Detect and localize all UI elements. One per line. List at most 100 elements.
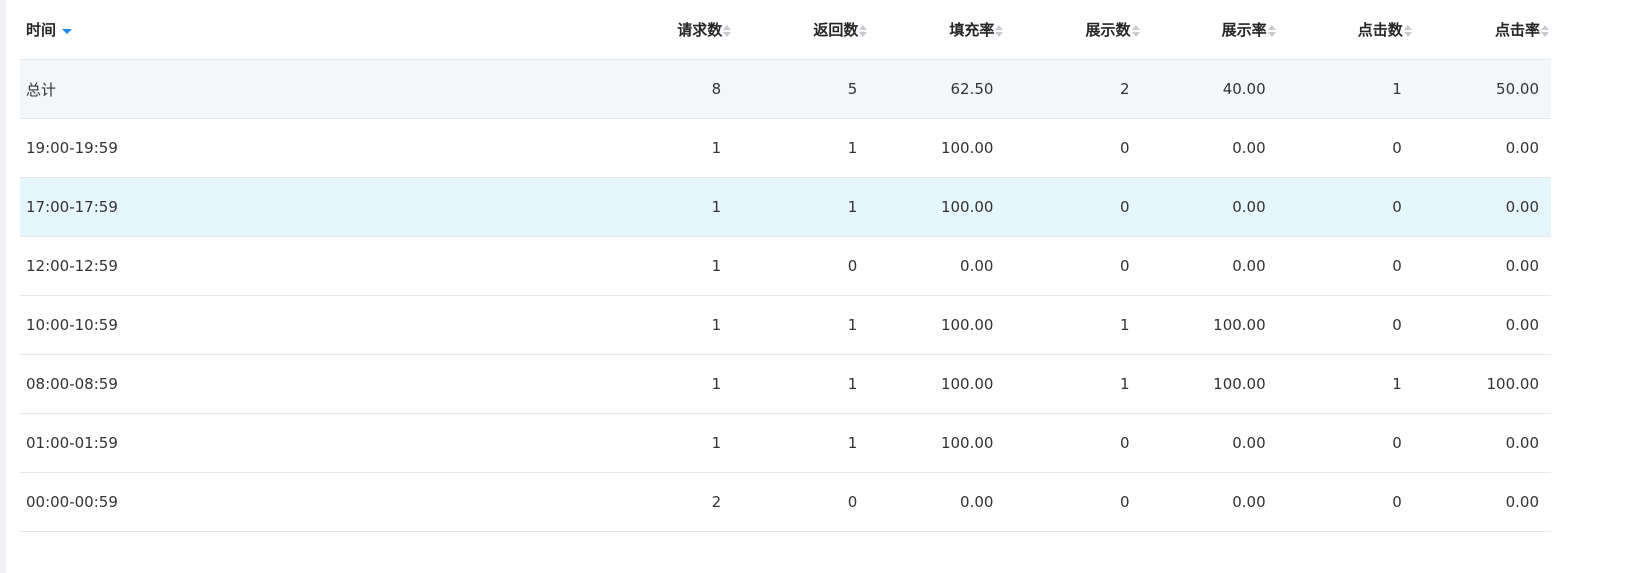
cell-impression-rate: 100.00 bbox=[1141, 354, 1278, 414]
column-header-impression-rate[interactable]: 展示率 bbox=[1141, 0, 1278, 60]
cell-clicks: 0 bbox=[1277, 236, 1414, 296]
cell-impression-rate: 0.00 bbox=[1141, 236, 1278, 296]
column-header-label: 填充率 bbox=[949, 21, 995, 39]
cell-ctr: 0.00 bbox=[1413, 236, 1551, 296]
cell-impressions: 0 bbox=[1005, 236, 1142, 296]
cell-requests: 8 bbox=[597, 59, 734, 119]
column-header-requests[interactable]: 请求数 bbox=[597, 0, 734, 60]
cell-requests: 2 bbox=[597, 472, 734, 532]
cell-ctr: 100.00 bbox=[1413, 354, 1551, 414]
cell-clicks: 0 bbox=[1277, 413, 1414, 473]
cell-clicks: 0 bbox=[1277, 472, 1414, 532]
cell-clicks: 1 bbox=[1277, 59, 1414, 119]
cell-impressions: 1 bbox=[1005, 354, 1142, 414]
cell-fill-rate: 0.00 bbox=[869, 472, 1006, 532]
report-table-container: 时间 请求数 返回数 填充率 展示数 展示率 点击数 点击率 总计 8 5 62… bbox=[20, 0, 1551, 532]
column-header-returns[interactable]: 返回数 bbox=[733, 0, 870, 60]
cell-returns: 0 bbox=[733, 472, 870, 532]
cell-clicks: 1 bbox=[1277, 354, 1414, 414]
cell-returns: 1 bbox=[733, 118, 870, 178]
cell-impression-rate: 0.00 bbox=[1141, 177, 1278, 237]
cell-impression-rate: 40.00 bbox=[1141, 59, 1278, 119]
column-header-label: 点击率 bbox=[1494, 21, 1540, 39]
cell-clicks: 0 bbox=[1277, 177, 1414, 237]
table-row[interactable]: 10:00-10:59 1 1 100.00 1 100.00 0 0.00 bbox=[20, 295, 1551, 355]
table-row-hovered[interactable]: 17:00-17:59 1 1 100.00 0 0.00 0 0.00 bbox=[20, 177, 1551, 237]
cell-requests: 1 bbox=[597, 295, 734, 355]
table-row[interactable]: 19:00-19:59 1 1 100.00 0 0.00 0 0.00 bbox=[20, 118, 1551, 178]
column-header-label: 展示率 bbox=[1221, 21, 1267, 39]
sort-toggle-icon[interactable] bbox=[1131, 24, 1142, 37]
sort-toggle-icon[interactable] bbox=[1403, 24, 1414, 37]
cell-clicks: 0 bbox=[1277, 295, 1414, 355]
cell-returns: 1 bbox=[733, 354, 870, 414]
sort-toggle-icon[interactable] bbox=[1541, 24, 1551, 37]
cell-fill-rate: 100.00 bbox=[869, 354, 1006, 414]
sort-toggle-icon[interactable] bbox=[859, 24, 869, 37]
sort-toggle-icon[interactable] bbox=[995, 24, 1005, 37]
sort-desc-icon[interactable] bbox=[62, 29, 73, 34]
cell-impression-rate: 0.00 bbox=[1141, 472, 1278, 532]
cell-fill-rate: 62.50 bbox=[869, 59, 1006, 119]
cell-impression-rate: 0.00 bbox=[1141, 413, 1278, 473]
cell-impressions: 1 bbox=[1005, 295, 1142, 355]
cell-fill-rate: 100.00 bbox=[869, 413, 1006, 473]
column-header-ctr[interactable]: 点击率 bbox=[1413, 0, 1551, 60]
cell-requests: 1 bbox=[597, 118, 734, 178]
cell-time: 总计 bbox=[20, 59, 598, 119]
table-row[interactable]: 01:00-01:59 1 1 100.00 0 0.00 0 0.00 bbox=[20, 413, 1551, 473]
cell-ctr: 0.00 bbox=[1413, 177, 1551, 237]
cell-fill-rate: 100.00 bbox=[869, 118, 1006, 178]
table-row[interactable]: 12:00-12:59 1 0 0.00 0 0.00 0 0.00 bbox=[20, 236, 1551, 296]
column-header-clicks[interactable]: 点击数 bbox=[1277, 0, 1414, 60]
cell-returns: 0 bbox=[733, 236, 870, 296]
cell-requests: 1 bbox=[597, 354, 734, 414]
column-header-label: 点击数 bbox=[1357, 21, 1403, 39]
cell-time: 12:00-12:59 bbox=[20, 236, 598, 296]
column-header-label: 展示数 bbox=[1085, 21, 1131, 39]
cell-time: 10:00-10:59 bbox=[20, 295, 598, 355]
table-row-total: 总计 8 5 62.50 2 40.00 1 50.00 bbox=[20, 59, 1551, 119]
cell-impressions: 0 bbox=[1005, 472, 1142, 532]
sort-toggle-icon[interactable] bbox=[723, 24, 733, 37]
cell-impressions: 0 bbox=[1005, 118, 1142, 178]
table-row[interactable]: 08:00-08:59 1 1 100.00 1 100.00 1 100.00 bbox=[20, 354, 1551, 414]
cell-time: 08:00-08:59 bbox=[20, 354, 598, 414]
cell-clicks: 0 bbox=[1277, 118, 1414, 178]
column-header-label: 时间 bbox=[26, 21, 57, 39]
table-header-row: 时间 请求数 返回数 填充率 展示数 展示率 点击数 点击率 bbox=[20, 0, 1551, 60]
cell-requests: 1 bbox=[597, 413, 734, 473]
cell-requests: 1 bbox=[597, 236, 734, 296]
cell-ctr: 50.00 bbox=[1413, 59, 1551, 119]
sort-toggle-icon[interactable] bbox=[1267, 24, 1278, 37]
cell-time: 01:00-01:59 bbox=[20, 413, 598, 473]
column-header-time[interactable]: 时间 bbox=[20, 0, 598, 60]
cell-time: 00:00-00:59 bbox=[20, 472, 598, 532]
cell-impressions: 2 bbox=[1005, 59, 1142, 119]
column-header-impressions[interactable]: 展示数 bbox=[1005, 0, 1142, 60]
column-header-fill-rate[interactable]: 填充率 bbox=[869, 0, 1006, 60]
column-header-label: 请求数 bbox=[677, 21, 723, 39]
cell-returns: 5 bbox=[733, 59, 870, 119]
cell-ctr: 0.00 bbox=[1413, 118, 1551, 178]
cell-fill-rate: 0.00 bbox=[869, 236, 1006, 296]
cell-returns: 1 bbox=[733, 177, 870, 237]
cell-impressions: 0 bbox=[1005, 177, 1142, 237]
cell-fill-rate: 100.00 bbox=[869, 295, 1006, 355]
cell-returns: 1 bbox=[733, 295, 870, 355]
cell-ctr: 0.00 bbox=[1413, 472, 1551, 532]
cell-fill-rate: 100.00 bbox=[869, 177, 1006, 237]
page-left-border bbox=[0, 0, 6, 573]
cell-impressions: 0 bbox=[1005, 413, 1142, 473]
cell-ctr: 0.00 bbox=[1413, 413, 1551, 473]
column-header-label: 返回数 bbox=[813, 21, 859, 39]
cell-time: 17:00-17:59 bbox=[20, 177, 598, 237]
cell-requests: 1 bbox=[597, 177, 734, 237]
cell-impression-rate: 100.00 bbox=[1141, 295, 1278, 355]
cell-impression-rate: 0.00 bbox=[1141, 118, 1278, 178]
cell-returns: 1 bbox=[733, 413, 870, 473]
cell-ctr: 0.00 bbox=[1413, 295, 1551, 355]
table-row[interactable]: 00:00-00:59 2 0 0.00 0 0.00 0 0.00 bbox=[20, 472, 1551, 532]
cell-time: 19:00-19:59 bbox=[20, 118, 598, 178]
hourly-report-table: 时间 请求数 返回数 填充率 展示数 展示率 点击数 点击率 总计 8 5 62… bbox=[20, 0, 1551, 532]
